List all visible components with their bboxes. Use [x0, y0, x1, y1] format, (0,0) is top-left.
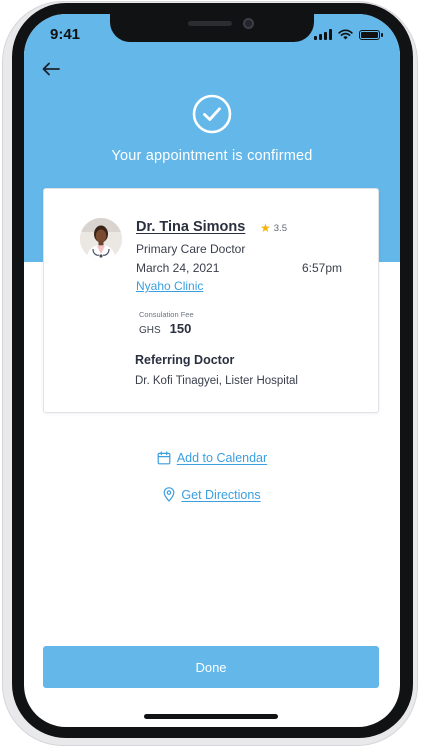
add-to-calendar-link[interactable]: Add to Calendar [24, 451, 400, 465]
referring-doctor-heading: Referring Doctor [135, 353, 235, 367]
doctor-avatar [80, 218, 122, 260]
location-pin-icon [163, 487, 175, 502]
get-directions-label: Get Directions [181, 487, 261, 502]
battery-icon [359, 29, 383, 40]
appointment-date: March 24, 2021 [136, 261, 220, 275]
home-indicator [144, 714, 278, 719]
back-button[interactable] [38, 58, 64, 80]
doctor-specialty: Primary Care Doctor [136, 242, 246, 256]
confirmation-message: Your appointment is confirmed [111, 148, 313, 164]
appointment-card: Dr. Tina Simons ★ 3.5 Primary Care Docto… [43, 188, 379, 413]
check-circle-icon [192, 94, 232, 134]
doctor-name-link[interactable]: Dr. Tina Simons [136, 219, 245, 235]
referring-doctor-name: Dr. Kofi Tinagyei, Lister Hospital [135, 375, 298, 387]
app-screen: 9:41 Your appointment is confirmed Dr. T… [24, 14, 400, 727]
doctor-rating: ★ 3.5 [260, 222, 287, 234]
calendar-icon [157, 451, 171, 465]
fee-label: Consulation Fee [139, 310, 194, 319]
fee-amount: 150 [169, 321, 192, 336]
get-directions-link[interactable]: Get Directions [24, 487, 400, 502]
front-camera [243, 18, 254, 29]
signal-icon [314, 29, 332, 40]
star-icon: ★ [260, 221, 271, 235]
fee-row: GHS 150 [139, 321, 191, 336]
status-icons [314, 29, 383, 40]
arrow-left-icon [42, 62, 60, 76]
wifi-icon [338, 29, 353, 40]
device-notch [110, 14, 314, 42]
done-button[interactable]: Done [43, 646, 379, 688]
fee-currency: GHS [139, 325, 161, 336]
appointment-time: 6:57pm [301, 261, 342, 275]
rating-value: 3.5 [273, 222, 287, 234]
status-time: 9:41 [50, 26, 81, 43]
speaker-grill [188, 21, 232, 26]
clinic-link[interactable]: Nyaho Clinic [136, 279, 203, 293]
add-to-calendar-label: Add to Calendar [176, 451, 268, 465]
